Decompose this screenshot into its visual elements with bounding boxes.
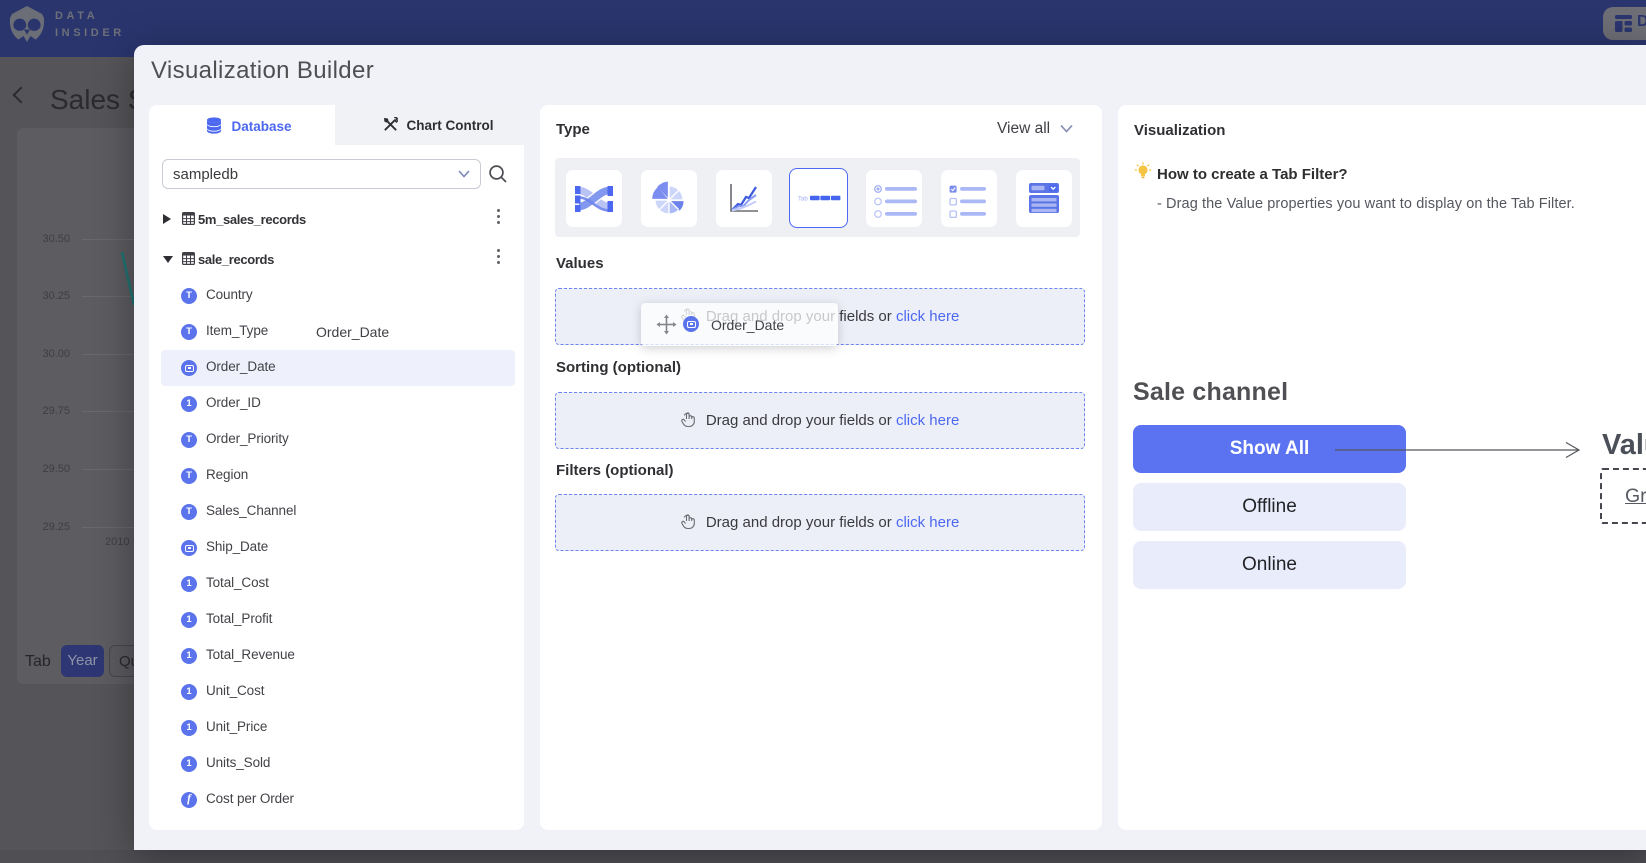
svg-text:Tab: Tab bbox=[798, 197, 808, 203]
